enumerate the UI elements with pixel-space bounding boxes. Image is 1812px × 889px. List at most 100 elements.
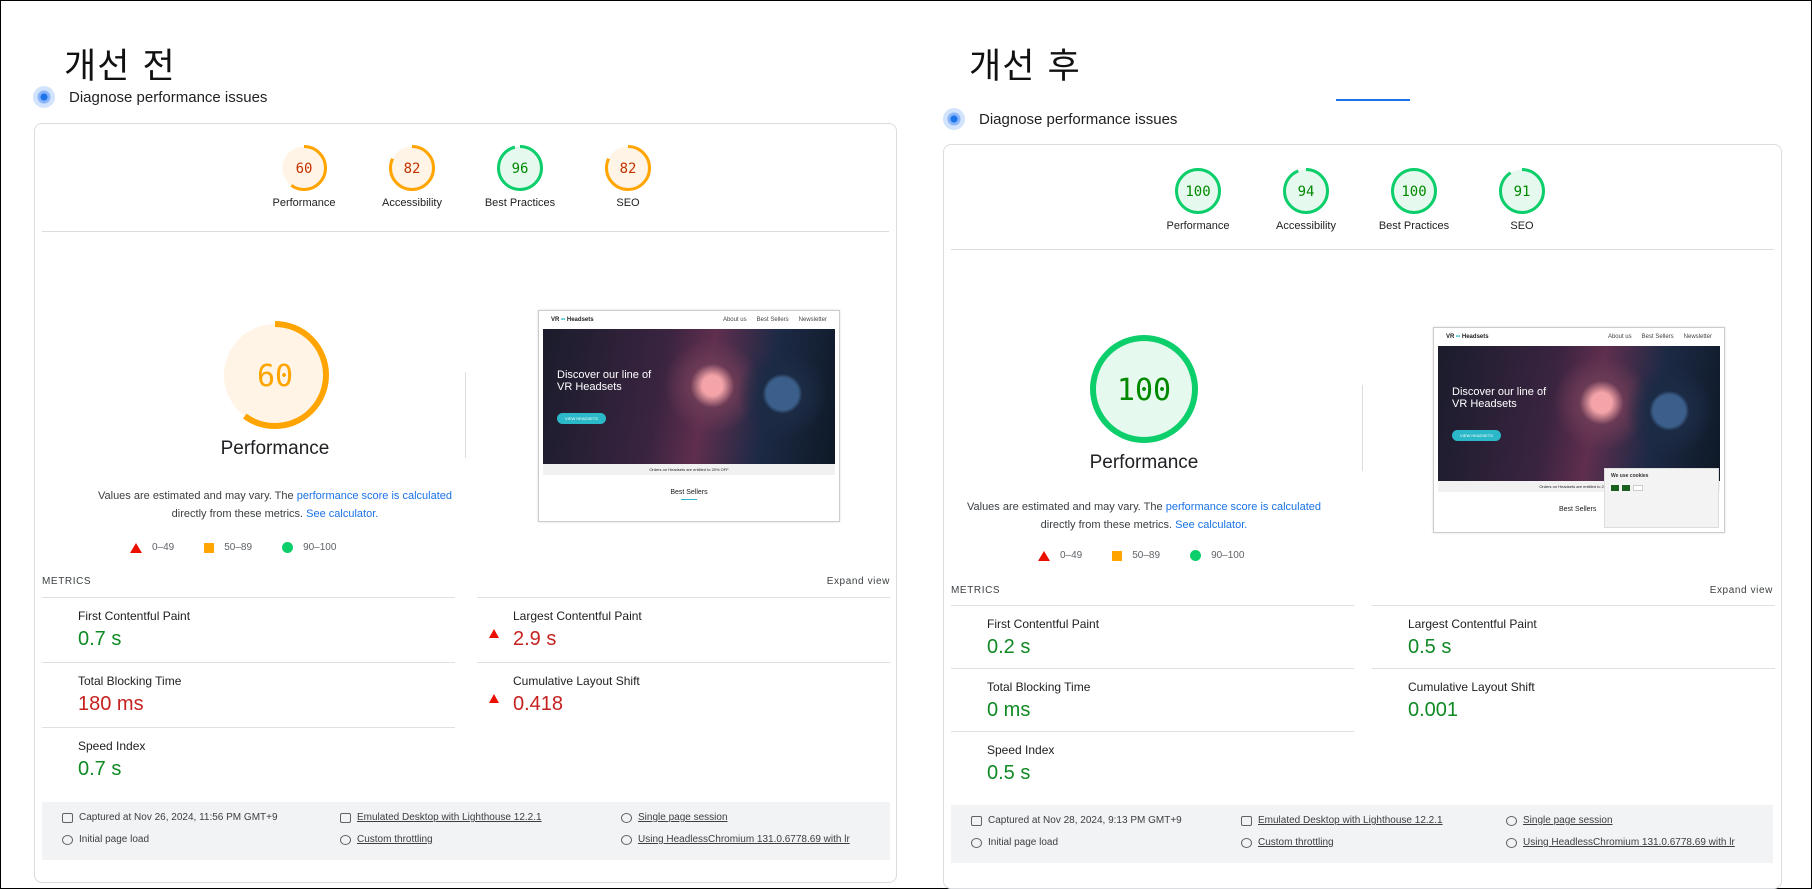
calendar-icon xyxy=(971,815,982,826)
note-text: directly from these metrics. xyxy=(171,508,307,520)
shot-underline xyxy=(681,499,697,500)
before-panel: 개선 전 Diagnose performance issues 60 Perf… xyxy=(0,0,900,889)
devices-icon xyxy=(340,812,351,823)
after-gauges: 100 Performance 94 Accessibility 100 Bes… xyxy=(1144,167,1576,232)
gauge-accessibility[interactable]: 94 Accessibility xyxy=(1252,167,1360,232)
metric-item: Total Blocking Time 0 ms xyxy=(951,668,1354,731)
page-screenshot[interactable]: VR •• Headsets About us Best Sellers Newsl… xyxy=(538,310,840,522)
before-report-card: 60 Performance 82 Accessibility 96 Best … xyxy=(34,123,897,883)
gauge-ring: 82 xyxy=(605,145,651,191)
fail-triangle-icon xyxy=(489,677,499,703)
gauge-accessibility[interactable]: 82 Accessibility xyxy=(358,144,466,209)
footer-throttling[interactable]: Custom throttling xyxy=(1241,837,1334,848)
before-heading: 개선 전 xyxy=(64,47,176,87)
metric-name: Cumulative Layout Shift xyxy=(513,674,640,688)
cookie-buttons xyxy=(1611,485,1712,491)
footer-emulation[interactable]: Emulated Desktop with Lighthouse 12.2.1 xyxy=(1241,815,1443,826)
metric-value: 0.2 s xyxy=(987,636,1031,658)
footer-emulation[interactable]: Emulated Desktop with Lighthouse 12.2.1 xyxy=(340,812,542,823)
timer-icon xyxy=(62,834,73,845)
footer-load: Initial page load xyxy=(971,837,1058,848)
main-gauge-label: Performance xyxy=(220,438,330,459)
gauge-label: Accessibility xyxy=(382,197,442,209)
metric-item: First Contentful Paint 0.2 s xyxy=(951,605,1354,668)
gauge-ring: 82 xyxy=(389,145,435,191)
footer-session[interactable]: Single page session xyxy=(621,812,728,823)
shot-brand: VR •• Headsets xyxy=(551,317,594,323)
metric-value: 0.001 xyxy=(1408,699,1459,721)
metric-item: First Contentful Paint 0.7 s xyxy=(42,597,455,662)
after-diagnose-header: Diagnose performance issues xyxy=(943,108,1177,130)
metric-item: Largest Contentful Paint 0.5 s xyxy=(1372,605,1775,668)
footer-throttling[interactable]: Custom throttling xyxy=(340,834,433,845)
metric-item: Largest Contentful Paint 2.9 s xyxy=(477,597,890,662)
expand-view-button[interactable]: Expand view xyxy=(827,576,890,587)
chrome-icon xyxy=(621,834,632,845)
after-main-gauge: 100 Performance xyxy=(1054,334,1234,474)
metrics-title: METRICS xyxy=(42,576,92,587)
gauge-performance[interactable]: 100 Performance xyxy=(1144,167,1252,232)
gauge-score: 100 xyxy=(1117,373,1171,408)
metric-name: Total Blocking Time xyxy=(987,680,1091,694)
gauge-score: 94 xyxy=(1298,184,1315,200)
note-text: directly from these metrics. xyxy=(1040,519,1176,531)
after-footer: Captured at Nov 28, 2024, 9:13 PM GMT+9 … xyxy=(951,805,1773,863)
legend-average-label: 50–89 xyxy=(224,542,253,553)
metric-name: Speed Index xyxy=(987,743,1055,757)
note-text: Values are estimated and may vary. The xyxy=(966,501,1166,513)
expand-view-button[interactable]: Expand view xyxy=(1710,585,1773,596)
metric-status-indicator xyxy=(489,612,499,638)
score-calc-link[interactable]: performance score is calculated xyxy=(1166,501,1321,513)
divider xyxy=(951,249,1774,250)
gauge-score: 96 xyxy=(512,161,529,177)
gauge-score: 60 xyxy=(257,359,293,394)
gauge-score: 82 xyxy=(404,161,421,177)
page-screenshot[interactable]: VR •• Headsets About us Best Sellers Newsl… xyxy=(1433,327,1725,533)
wifi-icon xyxy=(1241,837,1252,848)
gauge-label: Accessibility xyxy=(1276,220,1336,232)
see-calculator-link[interactable]: See calculator. xyxy=(1175,519,1247,531)
score-legend: 0–49 50–89 90–100 xyxy=(130,542,358,553)
metrics-header: METRICS Expand view xyxy=(951,585,1773,596)
metrics-title: METRICS xyxy=(951,585,1001,596)
score-note: Values are estimated and may vary. The p… xyxy=(55,487,495,523)
gauge-seo[interactable]: 91 SEO xyxy=(1468,167,1576,232)
metric-value: 0.7 s xyxy=(78,628,122,650)
legend-fail: 0–49 xyxy=(1038,550,1082,561)
metric-name: Speed Index xyxy=(78,739,146,753)
gauge-score: 82 xyxy=(620,161,637,177)
fail-triangle-icon xyxy=(489,612,499,638)
main-gauge-ring: 60 xyxy=(221,321,329,429)
shot-hero-button: VIEW HEADSETS xyxy=(557,413,606,424)
footer-browser[interactable]: Using HeadlessChromium 131.0.6778.69 wit… xyxy=(1506,837,1735,848)
footer-load: Initial page load xyxy=(62,834,149,845)
metric-value: 0.5 s xyxy=(1408,636,1452,658)
gauge-label: SEO xyxy=(616,197,640,209)
footer-session[interactable]: Single page session xyxy=(1506,815,1613,826)
tab-indicator xyxy=(1336,99,1410,101)
gauge-performance[interactable]: 60 Performance xyxy=(250,144,358,209)
gauge-label: Performance xyxy=(272,197,336,209)
gauge-best-practices[interactable]: 100 Best Practices xyxy=(1360,167,1468,232)
metric-value: 2.9 s xyxy=(513,628,557,650)
lighthouse-icon xyxy=(943,108,965,130)
pass-circle-icon xyxy=(1190,550,1202,561)
score-calc-link[interactable]: performance score is calculated xyxy=(297,490,452,502)
see-calculator-link[interactable]: See calculator. xyxy=(306,508,378,520)
metric-item: Speed Index 0.7 s xyxy=(42,727,455,792)
shot-cookie-banner: We use cookies xyxy=(1604,468,1719,528)
gauge-best-practices[interactable]: 96 Best Practices xyxy=(466,144,574,209)
footer-browser[interactable]: Using HeadlessChromium 131.0.6778.69 wit… xyxy=(621,834,850,845)
gauge-seo[interactable]: 82 SEO xyxy=(574,144,682,209)
timer-icon xyxy=(971,837,982,848)
gauge-score: 100 xyxy=(1185,184,1210,200)
legend-pass: 90–100 xyxy=(1190,550,1244,561)
legend-pass-label: 90–100 xyxy=(1211,550,1245,561)
before-main-gauge: 60 Performance xyxy=(185,320,365,460)
average-square-icon xyxy=(1112,550,1123,561)
shot-hero-title: Discover our line of VR Headsets xyxy=(557,369,652,393)
diagnose-title: Diagnose performance issues xyxy=(979,110,1178,128)
shot-best-sellers: Best Sellers xyxy=(670,489,708,496)
main-gauge-ring: 100 xyxy=(1090,335,1198,443)
metric-value: 0.418 xyxy=(513,693,564,715)
